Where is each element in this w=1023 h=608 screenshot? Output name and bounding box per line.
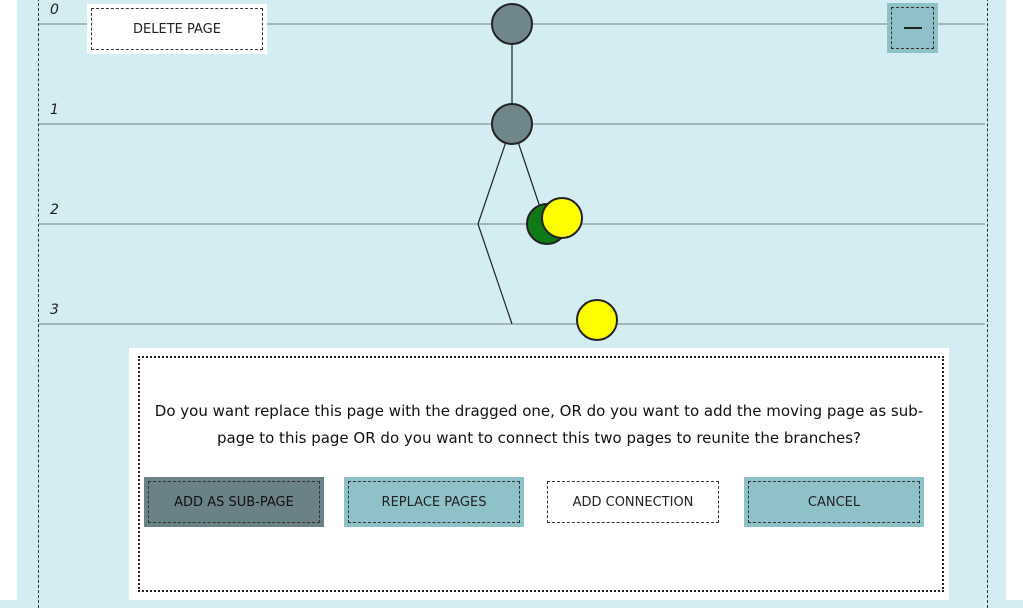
connect-dialog: Do you want replace this page with the d… xyxy=(129,348,949,600)
delete-page-button[interactable]: DELETE PAGE xyxy=(87,4,267,54)
add-connection-label: ADD CONNECTION xyxy=(547,481,719,523)
add-as-sub-page-label: ADD AS SUB-PAGE xyxy=(148,481,320,523)
replace-pages-label: REPLACE PAGES xyxy=(348,481,520,523)
add-as-sub-page-button[interactable]: ADD AS SUB-PAGE xyxy=(144,477,324,527)
add-connection-button[interactable]: ADD CONNECTION xyxy=(543,477,723,527)
level-line-1 xyxy=(39,123,985,125)
replace-pages-button[interactable]: REPLACE PAGES xyxy=(344,477,524,527)
level-label-3: 3 xyxy=(50,302,59,318)
cancel-button[interactable]: CANCEL xyxy=(744,477,924,527)
left-margin xyxy=(0,0,17,600)
right-margin xyxy=(1006,0,1023,600)
delete-page-label: DELETE PAGE xyxy=(91,8,263,50)
level-label-0: 0 xyxy=(50,2,59,18)
level-line-3 xyxy=(39,323,985,325)
dialog-message: Do you want replace this page with the d… xyxy=(154,402,924,447)
dialog-border xyxy=(138,356,944,592)
level-line-2 xyxy=(39,223,985,225)
cancel-label: CANCEL xyxy=(748,481,920,523)
level-label-1: 1 xyxy=(50,102,59,118)
level-label-2: 2 xyxy=(50,202,59,218)
collapse-icon xyxy=(891,7,934,49)
collapse-button[interactable] xyxy=(887,3,938,53)
